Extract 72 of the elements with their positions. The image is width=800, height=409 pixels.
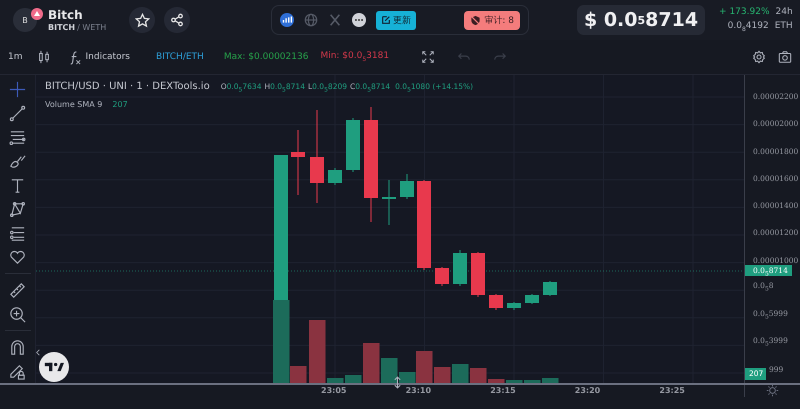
x-social-icon[interactable] xyxy=(328,13,342,27)
price-change: + 173.92% xyxy=(719,7,770,18)
volume-label: Volume SMA 9 xyxy=(45,100,102,108)
candle xyxy=(435,266,449,286)
crosshair-icon xyxy=(8,80,27,100)
compare-pair-button[interactable]: BITCH/ETH xyxy=(154,50,206,64)
min-price: Min: $0.0$_{5}$3181 xyxy=(320,51,390,63)
time-tick: 23:15 xyxy=(490,386,517,395)
ruler-icon xyxy=(8,280,27,300)
fullscreen-icon[interactable] xyxy=(421,50,436,64)
edit-icon xyxy=(381,15,391,25)
candle xyxy=(489,294,503,310)
eth-price: 0.0$_{8}$4192 xyxy=(728,21,769,33)
token-logo-icon xyxy=(31,8,43,20)
time-tick: 23:10 xyxy=(406,386,432,395)
time-tick: 23:20 xyxy=(574,386,602,395)
candle xyxy=(382,180,396,226)
lines-icon xyxy=(8,128,27,148)
candle xyxy=(400,174,414,200)
interval-button[interactable]: 1m xyxy=(6,50,24,64)
share-button[interactable] xyxy=(164,7,190,33)
token-avatar: B xyxy=(13,8,37,32)
brightness-icon[interactable] xyxy=(766,384,779,397)
star-icon xyxy=(134,12,150,28)
time-tick: 23:25 xyxy=(659,386,686,395)
magnet-icon xyxy=(8,338,27,357)
volume-bar xyxy=(470,368,486,383)
candle xyxy=(346,118,360,172)
candle xyxy=(291,130,305,196)
candle xyxy=(471,252,485,298)
zoom-in-icon xyxy=(8,304,27,324)
base-symbol: BITCH xyxy=(48,23,76,32)
volume-bar xyxy=(381,358,398,383)
token-name: Bitch xyxy=(48,8,84,23)
volume-value: 207 xyxy=(112,100,128,108)
share-icon xyxy=(170,13,184,27)
volume-bar xyxy=(452,364,468,383)
audit-button[interactable]: 审计: 8 xyxy=(464,10,520,30)
favorite-button[interactable] xyxy=(129,7,155,33)
time-tick: 23:05 xyxy=(321,386,348,395)
volume-bar xyxy=(434,367,450,383)
max-price: Max: $0.00002136 xyxy=(224,52,308,62)
shield-off-icon xyxy=(470,14,482,26)
candle xyxy=(525,294,539,304)
resize-handle-icon[interactable] xyxy=(393,376,402,389)
pattern-icon xyxy=(8,200,27,220)
volume-bar xyxy=(506,380,522,383)
camera-icon[interactable] xyxy=(778,50,792,64)
quote-symbol: / WETH xyxy=(77,23,106,32)
candle xyxy=(453,250,467,286)
settings-icon[interactable] xyxy=(752,50,766,64)
line-icon xyxy=(8,104,27,124)
globe-icon[interactable] xyxy=(304,13,318,27)
change-period: 24h xyxy=(776,7,793,18)
volume-bar xyxy=(524,380,540,383)
volume-bar xyxy=(345,375,362,383)
candle xyxy=(328,168,342,186)
candle xyxy=(543,280,557,296)
volume-bar xyxy=(363,343,380,383)
candle xyxy=(507,302,521,310)
chart-title: BITCH/USD · UNI · 1 · DEXTools.io xyxy=(45,81,210,92)
volume-bar xyxy=(542,378,558,383)
chart-logo-icon[interactable] xyxy=(280,13,294,27)
logo-icon[interactable] xyxy=(39,352,69,382)
more-icon[interactable] xyxy=(352,13,366,27)
volume-bar xyxy=(327,378,344,383)
volume-bar xyxy=(488,379,504,383)
candles-icon[interactable] xyxy=(36,50,50,64)
indicators-button[interactable]: Indicators xyxy=(64,48,132,66)
volume-bar xyxy=(309,320,326,383)
eth-unit: ETH xyxy=(774,21,793,33)
update-button[interactable]: 更新 xyxy=(376,10,416,30)
